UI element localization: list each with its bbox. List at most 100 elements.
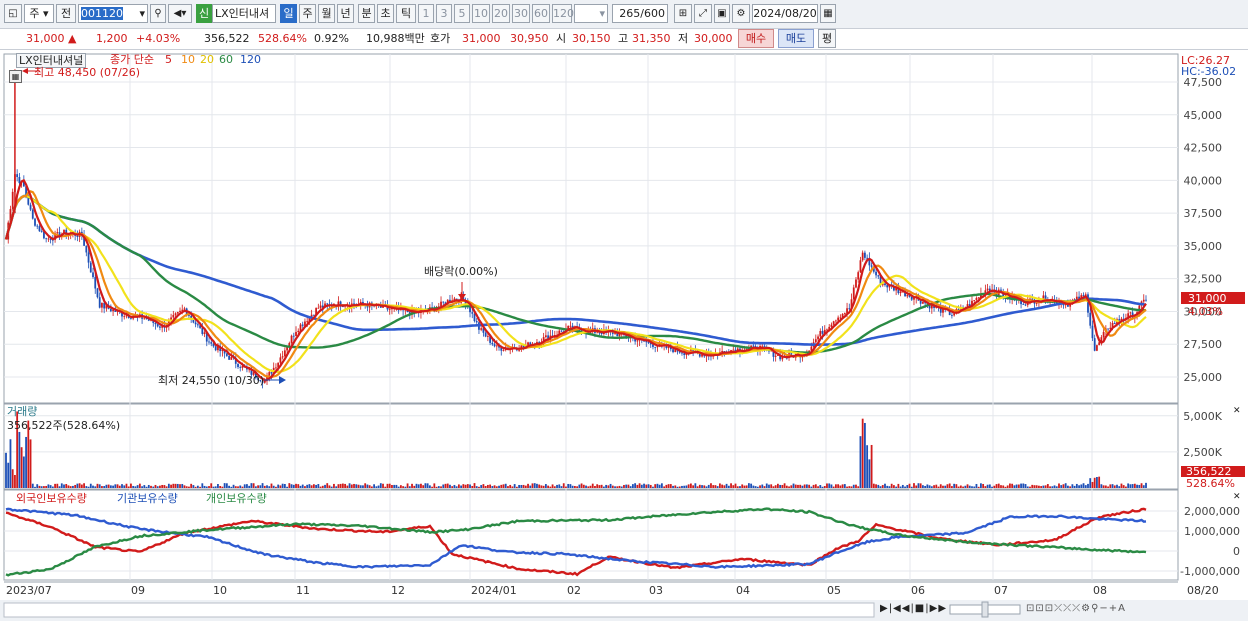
volume-bar bbox=[333, 483, 335, 488]
volume-bar bbox=[1145, 482, 1147, 488]
volume-bar bbox=[718, 483, 721, 488]
volume-bar bbox=[721, 484, 724, 488]
volume-bar bbox=[326, 483, 329, 488]
volume-title: 거래량 bbox=[7, 405, 38, 418]
volume-bar bbox=[1055, 486, 1058, 488]
volume-bar bbox=[101, 486, 103, 488]
crosshair-icon[interactable]: ⤢ bbox=[694, 4, 712, 23]
count-field[interactable]: 265/600 bbox=[612, 4, 668, 23]
stock-chart[interactable]: 47,50045,00042,50040,00037,50035,00032,5… bbox=[0, 50, 1248, 621]
volume-bar bbox=[123, 485, 126, 488]
period-year[interactable]: 년 bbox=[337, 4, 354, 23]
search-icon[interactable]: ⚲ bbox=[150, 4, 166, 23]
candle-body bbox=[884, 283, 886, 286]
volume-bar bbox=[1031, 484, 1034, 488]
volume-bar bbox=[754, 486, 757, 488]
interval-20[interactable]: 20 bbox=[492, 4, 510, 23]
volume-bar bbox=[1080, 484, 1083, 488]
chevron-down-icon[interactable]: ▾ bbox=[139, 5, 145, 22]
period-week[interactable]: 주 bbox=[299, 4, 316, 23]
volume-bar bbox=[212, 486, 215, 488]
period-day[interactable]: 일 bbox=[280, 4, 297, 23]
close-pane-icon[interactable]: ✕ bbox=[1233, 491, 1241, 504]
close-pane-icon[interactable]: ✕ bbox=[1233, 405, 1241, 418]
volume-bar bbox=[1107, 486, 1109, 488]
holding-tick-label: 2,000,000 bbox=[1184, 505, 1240, 518]
scroll-controls[interactable]: ▶|◀◀|■|▶▶ bbox=[880, 602, 947, 615]
stock-code-input[interactable]: 001120 ▾ bbox=[78, 4, 148, 23]
scrollbar-body[interactable] bbox=[3, 602, 875, 618]
volume-bar bbox=[275, 486, 277, 488]
stock-name-field: LX인터내셔 bbox=[212, 4, 276, 23]
holding-tick-label: 0 bbox=[1233, 545, 1240, 558]
candle-body bbox=[179, 310, 181, 312]
period-tick[interactable]: 틱 bbox=[396, 4, 416, 23]
chart-settings-icon[interactable]: ▦ bbox=[9, 70, 22, 83]
candle-body bbox=[1142, 299, 1145, 302]
interval-120[interactable]: 120 bbox=[552, 4, 574, 23]
volume-bar bbox=[739, 486, 741, 488]
volume-bar bbox=[440, 486, 442, 488]
hc-value: HC:-36.02 bbox=[1181, 65, 1237, 78]
candle-body bbox=[473, 313, 476, 322]
tool-icons[interactable]: ⊡⊡⊡⤫⤫⤫⚙⚲−+A bbox=[1026, 602, 1126, 615]
volume-bar bbox=[366, 484, 369, 488]
volume-bar bbox=[435, 486, 438, 488]
candle-body bbox=[275, 367, 277, 369]
candle-body bbox=[183, 308, 186, 310]
volume-bar bbox=[1042, 485, 1045, 488]
speaker-icon[interactable]: ◀▾ bbox=[168, 4, 192, 23]
volume-bar bbox=[1075, 483, 1078, 488]
volume-bar bbox=[431, 486, 434, 488]
candle-body bbox=[953, 313, 956, 316]
date-field[interactable]: 2024/08/20 bbox=[752, 4, 818, 23]
interval-5[interactable]: 5 bbox=[454, 4, 470, 23]
volume-bar bbox=[1109, 484, 1112, 488]
volume-bar bbox=[1024, 484, 1027, 488]
candle-body bbox=[843, 313, 846, 314]
save-icon[interactable]: ▣ bbox=[714, 4, 730, 23]
interval-1[interactable]: 1 bbox=[418, 4, 434, 23]
zoom-slider-thumb[interactable] bbox=[981, 601, 989, 618]
volume-bar bbox=[127, 486, 130, 488]
volume-bar bbox=[741, 484, 744, 488]
custom-interval-select[interactable]: ▾ bbox=[574, 4, 608, 23]
volume-bar bbox=[866, 445, 869, 488]
period-type-select[interactable]: 주 ▾ bbox=[24, 4, 54, 23]
volume-bar bbox=[495, 486, 498, 488]
volume-bar bbox=[681, 485, 683, 488]
evaluate-button[interactable]: 평 bbox=[818, 29, 836, 48]
volume-bar bbox=[1098, 476, 1101, 488]
window-icon[interactable]: ◱ bbox=[4, 4, 22, 23]
volume-bar bbox=[141, 486, 143, 488]
candle-body bbox=[29, 204, 32, 210]
candle-icon[interactable]: ⊞ bbox=[674, 4, 692, 23]
period-month[interactable]: 월 bbox=[318, 4, 335, 23]
volume-bar bbox=[986, 484, 989, 488]
volume-bar bbox=[259, 485, 262, 488]
volume-value: 356,522 bbox=[204, 32, 250, 45]
interval-3[interactable]: 3 bbox=[436, 4, 452, 23]
sell-button[interactable]: 매도 bbox=[778, 29, 814, 48]
buy-button[interactable]: 매수 bbox=[738, 29, 774, 48]
volume-bar bbox=[1133, 483, 1136, 488]
volume-bar bbox=[763, 486, 766, 488]
period-second[interactable]: 초 bbox=[377, 4, 394, 23]
period-minute[interactable]: 분 bbox=[358, 4, 375, 23]
candle-body bbox=[875, 271, 877, 276]
interval-60[interactable]: 60 bbox=[532, 4, 550, 23]
calendar-icon[interactable]: ▦ bbox=[820, 4, 836, 23]
volume-bar bbox=[277, 484, 280, 488]
volume-bar bbox=[875, 484, 877, 488]
gear-icon[interactable]: ⚙ bbox=[732, 4, 750, 23]
volume-bar bbox=[536, 483, 538, 488]
volume-bar bbox=[821, 486, 824, 488]
volume-bar bbox=[1035, 485, 1038, 488]
interval-10[interactable]: 10 bbox=[472, 4, 490, 23]
interval-30[interactable]: 30 bbox=[512, 4, 530, 23]
prev-button[interactable]: 전 bbox=[56, 4, 76, 23]
volume-bar bbox=[1131, 484, 1134, 488]
volume-bar bbox=[475, 486, 478, 488]
volume-bar bbox=[582, 484, 585, 488]
volume-bar bbox=[814, 484, 817, 488]
